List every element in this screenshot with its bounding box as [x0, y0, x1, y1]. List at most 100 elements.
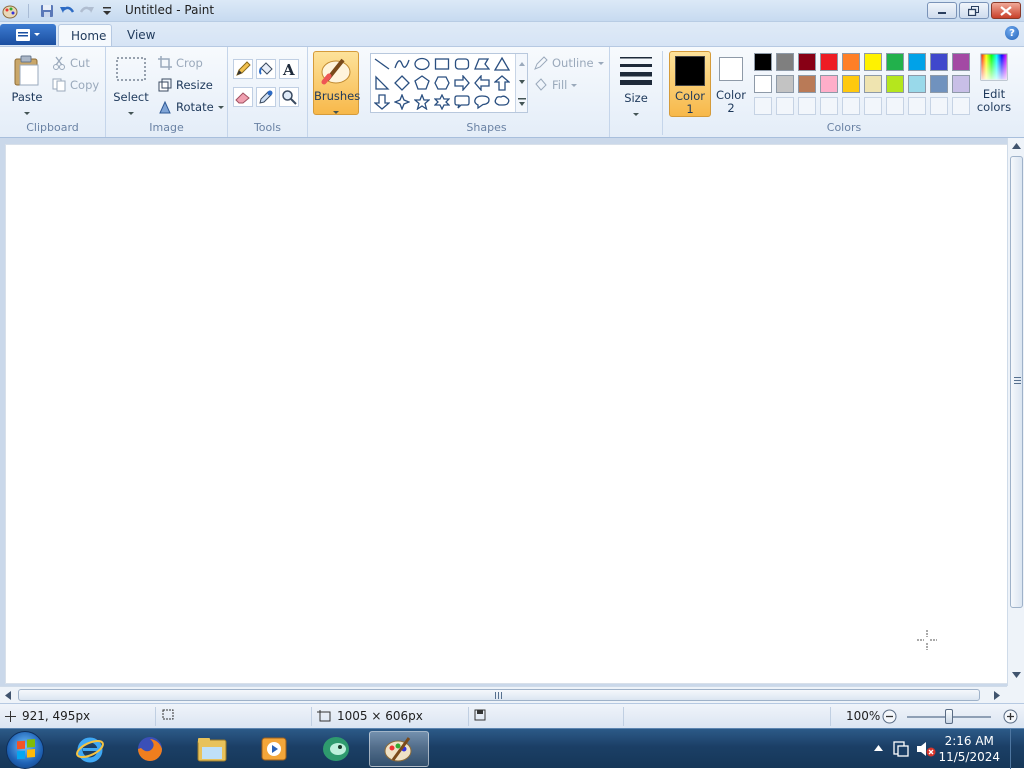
custom-color-slot[interactable] [930, 97, 948, 115]
color1-button[interactable]: Color 1 [669, 51, 711, 117]
palette-swatch[interactable] [776, 53, 794, 71]
taskbar-internet-explorer[interactable] [62, 731, 118, 767]
color-picker-tool[interactable] [256, 87, 276, 107]
custom-color-slot[interactable] [754, 97, 772, 115]
palette-swatch[interactable] [820, 75, 838, 93]
palette-swatch[interactable] [776, 75, 794, 93]
palette-swatch[interactable] [864, 75, 882, 93]
horizontal-scroll-thumb[interactable] [18, 689, 980, 701]
show-hidden-icons-icon[interactable] [874, 745, 883, 751]
drawing-canvas[interactable] [5, 144, 1008, 684]
vertical-scrollbar[interactable] [1007, 138, 1024, 686]
scroll-left-arrow-icon[interactable] [5, 691, 11, 700]
palette-swatch[interactable] [952, 75, 970, 93]
four-point-star-shape[interactable] [393, 93, 411, 111]
right-triangle-shape[interactable] [373, 74, 391, 92]
taskbar-file-explorer[interactable] [184, 731, 240, 767]
edit-colors-button[interactable]: Edit colors [972, 51, 1016, 117]
select-button[interactable]: Select [112, 53, 150, 115]
horizontal-scrollbar[interactable] [0, 686, 1007, 703]
right-arrow-shape[interactable] [453, 74, 471, 92]
customize-qat-icon[interactable] [99, 3, 115, 19]
palette-swatch[interactable] [754, 53, 772, 71]
shapes-scroll[interactable] [515, 54, 527, 112]
polygon-shape[interactable] [473, 55, 491, 73]
undo-icon[interactable] [59, 3, 75, 19]
outline-button[interactable]: Outline [534, 54, 604, 72]
custom-color-slot[interactable] [820, 97, 838, 115]
scroll-up-arrow-icon[interactable] [1012, 143, 1021, 149]
curve-shape[interactable] [393, 55, 411, 73]
rectangle-shape[interactable] [433, 55, 451, 73]
color2-button[interactable]: Color 2 [714, 51, 748, 117]
text-tool[interactable]: A [279, 59, 299, 79]
fill-button[interactable]: Fill [534, 76, 578, 94]
action-center-icon[interactable] [892, 740, 910, 758]
oval-shape[interactable] [413, 55, 431, 73]
custom-color-slot[interactable] [952, 97, 970, 115]
start-button[interactable] [6, 731, 44, 769]
rounded-callout-shape[interactable] [453, 93, 471, 111]
paste-button[interactable]: Paste [8, 53, 46, 115]
five-point-star-shape[interactable] [413, 93, 431, 111]
line-shape[interactable] [373, 55, 391, 73]
eraser-tool[interactable] [233, 87, 253, 107]
cut-button[interactable]: Cut [52, 54, 90, 72]
down-arrow-shape[interactable] [373, 93, 391, 111]
palette-swatch[interactable] [952, 53, 970, 71]
volume-muted-icon[interactable] [916, 740, 936, 758]
triangle-shape[interactable] [493, 55, 511, 73]
scroll-right-arrow-icon[interactable] [994, 691, 1000, 700]
taskbar-firefox[interactable] [122, 731, 178, 767]
crop-button[interactable]: Crop [158, 54, 203, 72]
palette-swatch[interactable] [864, 53, 882, 71]
palette-swatch[interactable] [886, 75, 904, 93]
custom-color-slot[interactable] [908, 97, 926, 115]
custom-color-slot[interactable] [864, 97, 882, 115]
tab-view[interactable]: View [115, 24, 167, 46]
palette-swatch[interactable] [798, 53, 816, 71]
tab-home[interactable]: Home [58, 24, 112, 46]
scroll-down-arrow-icon[interactable] [1012, 672, 1021, 678]
pencil-tool[interactable] [233, 59, 253, 79]
restore-button[interactable] [959, 2, 989, 19]
size-button[interactable]: Size [614, 51, 658, 117]
palette-swatch[interactable] [820, 53, 838, 71]
palette-swatch[interactable] [930, 75, 948, 93]
save-icon[interactable] [39, 3, 55, 19]
oval-callout-shape[interactable] [473, 93, 491, 111]
taskbar-clock[interactable]: 2:16 AM 11/5/2024 [938, 733, 1000, 765]
diamond-shape[interactable] [393, 74, 411, 92]
paint-app-icon[interactable] [2, 3, 18, 19]
vertical-scroll-thumb[interactable] [1010, 156, 1023, 608]
palette-swatch[interactable] [886, 53, 904, 71]
palette-swatch[interactable] [842, 75, 860, 93]
taskbar-paint[interactable] [369, 731, 429, 767]
custom-color-slot[interactable] [842, 97, 860, 115]
palette-swatch[interactable] [798, 75, 816, 93]
brushes-button[interactable]: Brushes [313, 51, 360, 115]
zoom-in-icon[interactable] [1003, 709, 1018, 724]
palette-swatch[interactable] [908, 53, 926, 71]
redo-icon[interactable] [79, 3, 95, 19]
taskbar-app-5[interactable] [308, 731, 364, 767]
palette-swatch[interactable] [908, 75, 926, 93]
fill-tool[interactable] [256, 59, 276, 79]
up-arrow-shape[interactable] [493, 74, 511, 92]
hexagon-shape[interactable] [433, 74, 451, 92]
left-arrow-shape[interactable] [473, 74, 491, 92]
rotate-button[interactable]: Rotate [158, 98, 224, 116]
close-button[interactable] [991, 2, 1021, 19]
minimize-button[interactable] [927, 2, 957, 19]
taskbar-media-player[interactable] [246, 731, 302, 767]
magnifier-tool[interactable] [279, 87, 299, 107]
help-icon[interactable]: ? [1005, 26, 1019, 40]
palette-swatch[interactable] [842, 53, 860, 71]
pentagon-shape[interactable] [413, 74, 431, 92]
six-point-star-shape[interactable] [433, 93, 451, 111]
zoom-slider-thumb[interactable] [945, 709, 953, 724]
rounded-rectangle-shape[interactable] [453, 55, 471, 73]
cloud-callout-shape[interactable] [493, 93, 511, 111]
resize-button[interactable]: Resize [158, 76, 213, 94]
palette-swatch[interactable] [930, 53, 948, 71]
